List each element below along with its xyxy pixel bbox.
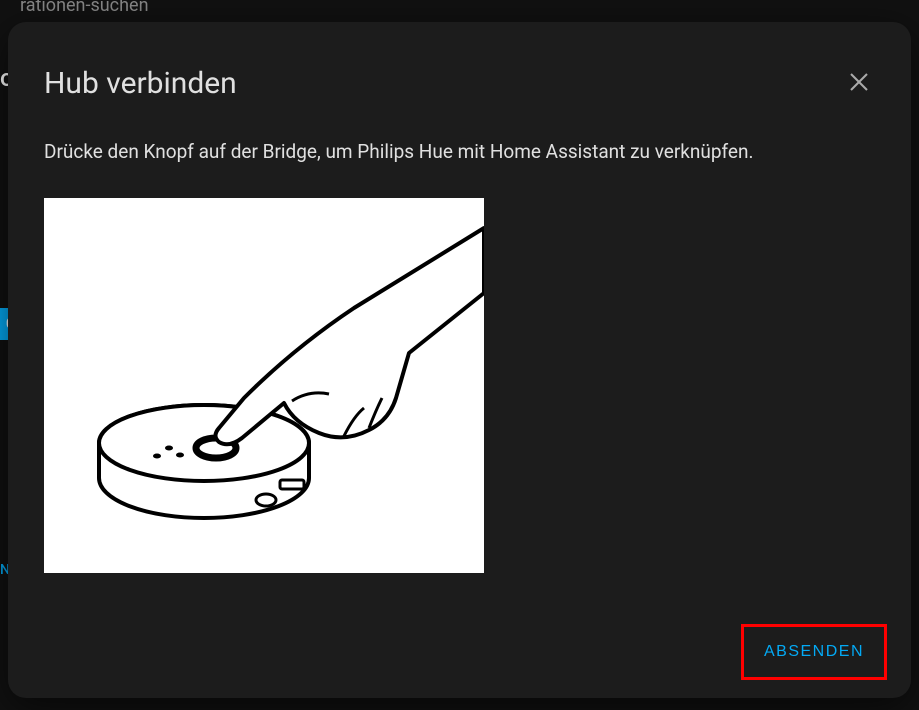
submit-button[interactable]: ABSENDEN	[741, 624, 887, 680]
dialog-footer: ABSENDEN	[741, 624, 887, 680]
close-button[interactable]	[843, 66, 875, 101]
dialog-description: Drücke den Knopf auf der Bridge, um Phil…	[44, 137, 824, 166]
background-search-text: rationen-suchen	[20, 0, 149, 16]
bridge-press-illustration	[44, 198, 484, 573]
close-icon	[847, 79, 871, 98]
hand-pressing-bridge-icon	[44, 198, 484, 573]
dialog-header: Hub verbinden	[44, 66, 875, 101]
hub-connect-dialog: Hub verbinden Drücke den Knopf auf der B…	[8, 22, 911, 698]
dialog-title: Hub verbinden	[44, 66, 237, 101]
